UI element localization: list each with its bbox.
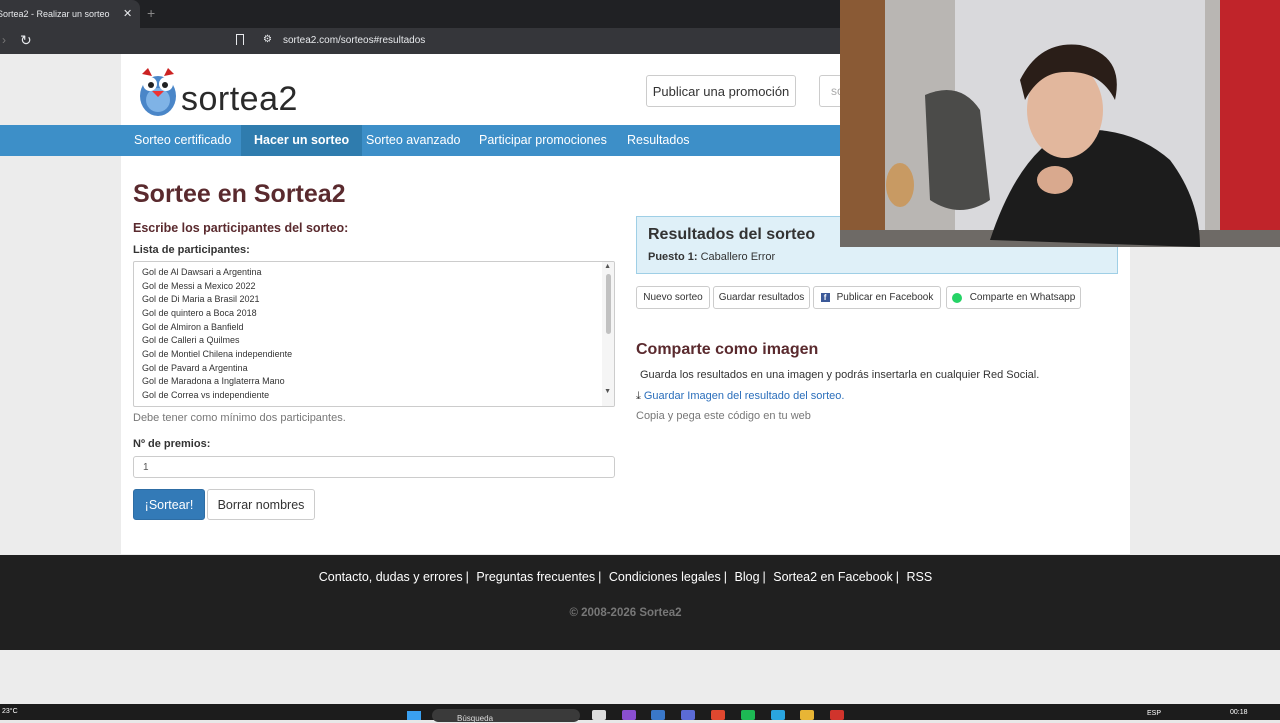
footer-links: Contacto, dudas y errores | Preguntas fre…	[318, 570, 933, 584]
textarea-scrollbar[interactable]: ▲ ▼	[602, 262, 614, 406]
edge-app-icon[interactable]	[681, 710, 695, 720]
nav-item-resultados[interactable]: Resultados	[614, 125, 703, 156]
participant-line: Gol de Di Maria a Brasil 2021	[142, 294, 260, 304]
recording-app-icon[interactable]	[830, 710, 844, 720]
nav-item-sorteo-certificado[interactable]: Sorteo certificado	[121, 125, 244, 156]
result-place: Puesto 1: Caballero Error	[648, 251, 775, 263]
scroll-down-icon[interactable]: ▼	[604, 388, 611, 395]
whatsapp-share-button[interactable]: Comparte en Whatsapp	[946, 286, 1081, 309]
participants-textarea[interactable]: Gol de Al Dawsari a Argentina Gol de Mes…	[133, 261, 615, 407]
participants-hint: Debe tener como mínimo dos participantes…	[133, 412, 346, 424]
whatsapp-icon	[951, 292, 962, 303]
scrollbar-thumb[interactable]	[606, 274, 611, 334]
taskbar-search-label: Búsqueda	[457, 714, 494, 723]
footer-link-facebook[interactable]: Sortea2 en Facebook	[773, 570, 893, 584]
new-draw-button[interactable]: Nuevo sorteo	[636, 286, 710, 309]
nav-item-sorteo-avanzado[interactable]: Sorteo avanzado	[353, 125, 474, 156]
participant-line: Gol de Calleri a Quilmes	[142, 335, 240, 345]
copy-code-text: Copia y pega este código en tu web	[636, 410, 811, 422]
participant-line: Gol de Montiel Chilena independiente	[142, 349, 293, 359]
copyright: © 2008-2026 Sortea2	[569, 607, 682, 619]
save-image-label[interactable]: Guardar Imagen del resultado del sorteo.	[644, 390, 845, 402]
logo-text[interactable]: sortea2	[181, 80, 298, 119]
folder-app-icon[interactable]	[800, 710, 814, 720]
os-taskbar: 23°C Búsqueda ESP 00:18	[0, 704, 1280, 723]
facebook-share-label: Publicar en Facebook	[836, 292, 934, 303]
file-explorer-app-icon[interactable]	[592, 710, 606, 720]
place-label: Puesto 1:	[648, 251, 698, 263]
webcam-overlay	[840, 0, 1280, 247]
save-image-link[interactable]: ⤓ Guardar Imagen del resultado del sorteo…	[636, 390, 844, 403]
footer-link-legal[interactable]: Condiciones legales	[609, 570, 721, 584]
download-icon: ⤓	[636, 390, 641, 402]
footer-link-rss[interactable]: RSS	[907, 570, 933, 584]
scroll-up-icon[interactable]: ▲	[604, 263, 611, 270]
main-nav: Sorteo certificado Hacer un sorteo Sorte…	[0, 125, 840, 156]
page-title: Sortee en Sortea2	[133, 180, 346, 208]
tab-close-icon[interactable]: ✕	[123, 7, 132, 20]
share-image-title: Comparte como imagen	[636, 341, 819, 358]
tab-title: Sortea2 - Realizar un sorteo	[0, 9, 110, 19]
facebook-share-button[interactable]: f Publicar en Facebook	[813, 286, 941, 309]
bookmark-icon[interactable]	[236, 34, 244, 45]
share-image-text: Guarda los resultados en una imagen y po…	[640, 369, 1040, 381]
browser-tab[interactable]: Sortea2 - Realizar un sorteo ✕	[0, 0, 140, 28]
clock[interactable]: 00:18	[1230, 709, 1248, 716]
draw-button[interactable]: ¡Sortear!	[133, 489, 205, 520]
address-bar[interactable]: ⚙ sortea2.com/sorteos#resultados	[230, 30, 850, 52]
footer-link-faq[interactable]: Preguntas frecuentes	[476, 570, 595, 584]
save-results-button[interactable]: Guardar resultados	[713, 286, 810, 309]
forward-icon[interactable]: ›	[2, 33, 6, 47]
site-settings-icon[interactable]: ⚙	[263, 34, 272, 45]
participant-line: Gol de Almiron a Banfield	[142, 322, 244, 332]
facebook-icon: f	[820, 293, 830, 302]
windows-start-icon[interactable]	[407, 711, 421, 720]
weather-widget[interactable]: 23°C	[2, 708, 18, 715]
footer-link-blog[interactable]: Blog	[735, 570, 760, 584]
new-tab-icon[interactable]: +	[147, 5, 155, 21]
footer-link-contact[interactable]: Contacto, dudas y errores	[319, 570, 463, 584]
clear-names-button[interactable]: Borrar nombres	[207, 489, 315, 520]
whatsapp-share-label: Comparte en Whatsapp	[969, 292, 1076, 303]
prizes-label: Nº de premios:	[133, 438, 211, 450]
messenger-app-icon[interactable]	[771, 710, 785, 720]
publish-promotion-button[interactable]: Publicar una promoción	[646, 75, 796, 107]
prizes-input[interactable]: 1	[133, 456, 615, 478]
form-subtitle: Escribe los participantes del sorteo:	[133, 221, 349, 235]
chat-app-icon[interactable]	[622, 710, 636, 720]
participant-line: Gol de Messi a Mexico 2022	[142, 281, 256, 291]
participant-line: Gol de Pavard a Argentina	[142, 363, 248, 373]
participant-line: Gol de quintero a Boca 2018	[142, 308, 257, 318]
language-indicator[interactable]: ESP	[1147, 710, 1161, 717]
participants-label: Lista de participantes:	[133, 244, 250, 256]
results-title: Resultados del sorteo	[648, 226, 816, 243]
participant-line: Gol de Al Dawsari a Argentina	[142, 267, 262, 277]
brave-app-icon[interactable]	[711, 710, 725, 720]
taskbar-search[interactable]: Búsqueda	[432, 709, 580, 723]
footer: Contacto, dudas y errores | Preguntas fre…	[0, 555, 1280, 650]
place-winner: Caballero Error	[700, 251, 776, 263]
nav-item-hacer-sorteo[interactable]: Hacer un sorteo	[241, 125, 363, 156]
participant-line: Gol de Correa vs independiente	[142, 390, 270, 400]
spotify-app-icon[interactable]	[741, 710, 755, 720]
nav-item-participar-promociones[interactable]: Participar promociones	[466, 125, 620, 156]
participant-line: Gol de Maradona a Inglaterra Mano	[142, 376, 285, 386]
reload-icon[interactable]: ↻	[20, 32, 32, 49]
store-app-icon[interactable]	[651, 710, 665, 720]
url-text[interactable]: sortea2.com/sorteos#resultados	[283, 35, 425, 46]
